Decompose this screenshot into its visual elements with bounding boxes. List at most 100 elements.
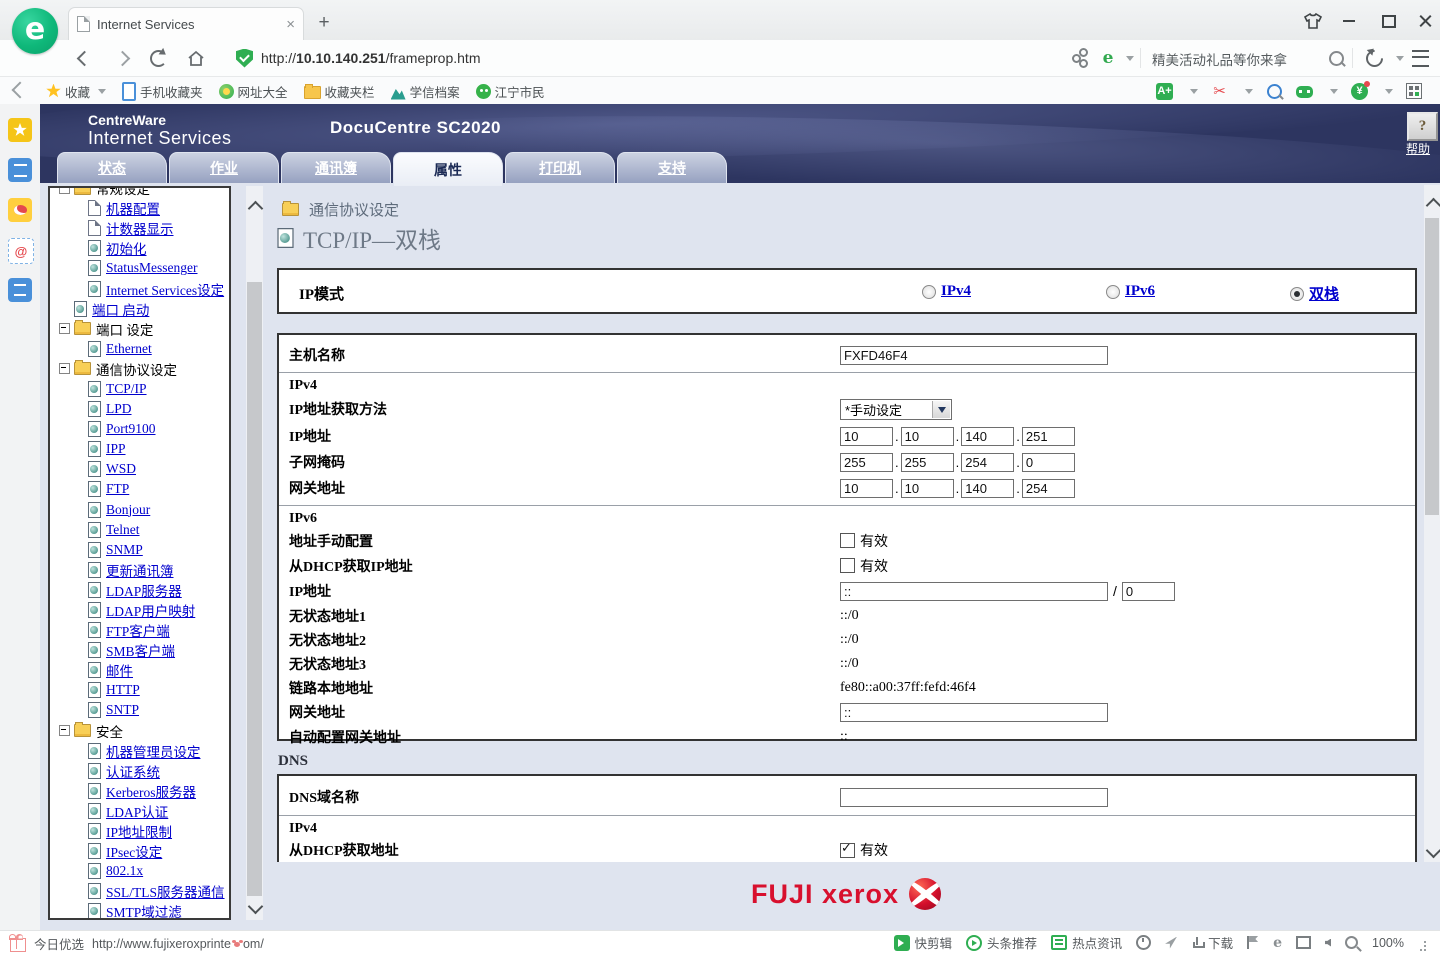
menu-item-label[interactable]: IPP [106, 441, 126, 457]
dns-domain-input[interactable] [840, 788, 1108, 807]
menu-item[interactable]: 802.1x [50, 861, 229, 881]
menu-item[interactable]: TCP/IP [50, 379, 229, 399]
radio-button[interactable] [1106, 285, 1120, 299]
statusbar-tool[interactable]: 快剪辑 [894, 933, 953, 952]
select-dropdown-icon[interactable] [932, 401, 950, 418]
ip-octet-input[interactable] [1022, 453, 1075, 472]
collapse-minus-icon[interactable] [59, 725, 70, 736]
menu-item[interactable]: SMTP域过滤 [50, 901, 229, 920]
menu-item-label[interactable]: IPsec设定 [106, 841, 162, 861]
ipv6-dhcp-checkbox[interactable] [840, 558, 855, 573]
ip-octet-input[interactable] [961, 453, 1014, 472]
radio-label[interactable]: 双栈 [1309, 283, 1339, 304]
menu-item-label[interactable]: StatusMessenger [106, 260, 198, 276]
status-link[interactable]: http://www.fujixeroxprinte om/ [92, 937, 264, 951]
menu-item-label[interactable]: 802.1x [106, 863, 143, 879]
download-button[interactable]: 下载 [1191, 933, 1233, 952]
menu-item[interactable]: LDAP用户映射 [50, 600, 229, 620]
menu-scroll-thumb[interactable] [247, 282, 262, 896]
menu-item[interactable]: 机器配置 [50, 198, 229, 218]
bookmark-item[interactable]: 网址大全 [219, 82, 288, 101]
menu-item-label[interactable]: Bonjour [106, 502, 150, 518]
ip-octet-input[interactable] [1022, 427, 1075, 446]
menu-item[interactable]: Kerberos服务器 [50, 781, 229, 801]
ip-octet-input[interactable] [840, 479, 893, 498]
hostname-input[interactable] [840, 346, 1108, 365]
search-input[interactable]: 精美活动礼品等你来拿 [1152, 49, 1287, 69]
menu-item[interactable]: Bonjour [50, 500, 229, 520]
menu-item[interactable]: LDAP认证 [50, 801, 229, 821]
menu-item[interactable]: SSL/TLS服务器通信 [50, 881, 229, 901]
ip-octet-input[interactable] [961, 427, 1014, 446]
menu-item-label[interactable]: FTP客户端 [106, 620, 170, 640]
bookmark-item[interactable]: 手机收藏夹 [122, 82, 203, 101]
radio-label[interactable]: IPv4 [941, 283, 971, 300]
menu-item[interactable]: 初始化 [50, 238, 229, 258]
menu-item-label[interactable]: TCP/IP [106, 381, 147, 397]
menu-item-label[interactable]: 计数器显示 [106, 218, 174, 238]
booster-icon[interactable] [1165, 937, 1177, 949]
wallet-icon[interactable] [1351, 83, 1368, 100]
chevron-down-icon[interactable] [1330, 89, 1338, 98]
menu-item[interactable]: IPsec设定 [50, 841, 229, 861]
menu-item-label[interactable]: 机器配置 [106, 198, 160, 218]
collapse-minus-icon[interactable] [59, 323, 70, 334]
menu-item[interactable]: 邮件 [50, 660, 229, 680]
browser-logo-icon[interactable] [12, 8, 58, 54]
speed-dial-icon[interactable] [1136, 935, 1151, 950]
skin-theme-icon[interactable] [1300, 10, 1326, 32]
close-button[interactable] [1412, 10, 1438, 32]
ip-mode-option[interactable]: IPv6 [1106, 283, 1155, 300]
gift-icon[interactable] [10, 938, 26, 952]
bookmark-item[interactable]: 江宁市民 [476, 82, 545, 101]
url-field[interactable]: http://10.10.140.251/frameprop.htm [236, 44, 481, 72]
dns-dhcp-checkbox[interactable] [840, 843, 855, 858]
menu-item-label[interactable]: 更新通讯簿 [106, 560, 174, 580]
menu-item[interactable]: IP地址限制 [50, 821, 229, 841]
radio-button[interactable] [1290, 287, 1304, 301]
menu-item-label[interactable]: SSL/TLS服务器通信 [106, 881, 225, 901]
menu-item-label[interactable]: LDAP认证 [106, 801, 168, 821]
menu-item-label[interactable]: Kerberos服务器 [106, 781, 196, 801]
chevron-down-icon[interactable] [1190, 89, 1198, 98]
ip-mode-option[interactable]: 双栈 [1290, 283, 1339, 304]
speaker-icon[interactable] [1325, 939, 1331, 947]
ipv6-address-input[interactable] [840, 582, 1108, 601]
ipv6-prefix-input[interactable] [1122, 582, 1175, 601]
menu-item-label[interactable]: IP地址限制 [106, 821, 172, 841]
home-button[interactable] [184, 46, 208, 70]
menu-item-label[interactable]: 认证系统 [106, 761, 160, 781]
zoom-search-icon[interactable] [1345, 936, 1358, 949]
menu-item[interactable]: FTP [50, 479, 229, 499]
screenshot-scissors-icon[interactable] [1211, 83, 1228, 100]
menu-item-label[interactable]: Ethernet [106, 341, 152, 357]
games-icon[interactable] [1296, 86, 1313, 98]
chevron-down-icon[interactable] [1386, 46, 1410, 70]
menu-item[interactable]: StatusMessenger [50, 258, 229, 278]
menu-item-label[interactable]: LDAP用户映射 [106, 600, 195, 620]
nav-tab-5[interactable]: 打印机 [505, 152, 615, 183]
forward-button[interactable] [110, 46, 134, 70]
menu-item-label[interactable]: Internet Services设定 [106, 279, 224, 299]
bookmark-item[interactable]: 收藏夹栏 [304, 82, 375, 101]
radio-label[interactable]: IPv6 [1125, 283, 1155, 300]
search-icon[interactable] [1324, 46, 1348, 70]
menu-item[interactable]: FTP客户端 [50, 620, 229, 640]
statusbar-tool[interactable]: 头条推荐 [966, 933, 1037, 952]
menu-item[interactable]: LDAP服务器 [50, 580, 229, 600]
menu-item[interactable]: WSD [50, 459, 229, 479]
menu-item-label[interactable]: SMB客户端 [106, 640, 175, 660]
menu-item[interactable]: SNTP [50, 700, 229, 720]
notes-icon[interactable] [8, 278, 32, 302]
menu-item-label[interactable]: LPD [106, 401, 132, 417]
ip-method-select[interactable]: *手动设定 [840, 399, 952, 420]
ipv6-gateway-input[interactable] [840, 703, 1108, 722]
find-icon[interactable] [1266, 83, 1283, 100]
bookmark-item[interactable]: 收藏 [46, 82, 106, 101]
chevron-down-icon[interactable] [1245, 89, 1253, 98]
menu-item[interactable]: HTTP [50, 680, 229, 700]
report-flag-icon[interactable] [1247, 936, 1259, 949]
translate-icon[interactable] [1156, 83, 1173, 100]
chevron-down-icon[interactable] [1385, 89, 1393, 98]
maximize-button[interactable] [1376, 10, 1402, 32]
